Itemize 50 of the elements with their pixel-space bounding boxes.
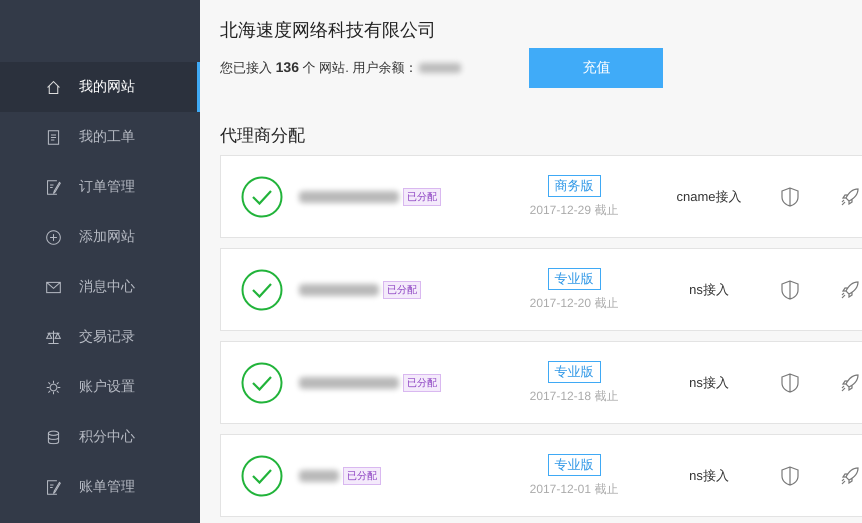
- plus-icon: [45, 228, 62, 246]
- edition-tag: 专业版: [548, 268, 600, 290]
- sidebar-item[interactable]: 我的网站: [0, 62, 200, 112]
- edition-tag: 专业版: [548, 360, 600, 382]
- edition-tag: 商务版: [548, 174, 600, 196]
- expiry-date: 2017-12-01 截止: [530, 480, 618, 498]
- sidebar-item[interactable]: 账单管理: [0, 462, 200, 512]
- account-summary: 您已接入 136 个 网站. 用户余额：: [220, 59, 418, 77]
- expiry-date: 2017-12-29 截止: [530, 202, 618, 218]
- sidebar-item[interactable]: 添加网站: [0, 212, 200, 262]
- check-circle-icon: [241, 454, 283, 496]
- home-icon: [45, 78, 62, 96]
- sidebar-item[interactable]: 消息中心: [0, 262, 200, 312]
- assigned-tag: 已分配: [383, 280, 421, 298]
- rocket-icon[interactable]: [839, 464, 861, 486]
- rocket-icon[interactable]: [839, 278, 861, 300]
- expiry-date: 2017-12-20 截止: [530, 294, 618, 312]
- rocket-icon[interactable]: [839, 372, 861, 394]
- section-title: 代理商分配: [220, 125, 306, 147]
- assigned-tag: 已分配: [403, 374, 441, 392]
- blurred-balance: [419, 63, 462, 73]
- edit-icon: [45, 178, 62, 196]
- edition-tag: 专业版: [548, 454, 600, 476]
- access-method: ns接入: [688, 280, 730, 298]
- shield-icon[interactable]: [779, 186, 801, 208]
- shield-icon[interactable]: [779, 278, 801, 300]
- access-method: ns接入: [688, 466, 730, 484]
- check-circle-icon: [241, 176, 283, 218]
- sidebar-item[interactable]: 订单管理: [0, 162, 200, 212]
- scale-icon: [45, 328, 62, 346]
- sidebar-item[interactable]: 我的工单: [0, 112, 200, 162]
- access-method: cname接入: [675, 188, 743, 206]
- access-method: ns接入: [688, 374, 730, 392]
- rocket-icon[interactable]: [839, 186, 861, 208]
- assigned-tag: 已分配: [403, 188, 441, 206]
- sidebar-item[interactable]: 交易记录: [0, 312, 200, 362]
- document-icon: [45, 128, 62, 146]
- settings-icon: [45, 378, 62, 396]
- assigned-tag: 已分配: [343, 466, 381, 484]
- sidebar-item[interactable]: 积分中心: [0, 412, 200, 462]
- check-circle-icon: [241, 362, 283, 404]
- shield-icon[interactable]: [779, 372, 801, 394]
- database-icon: [45, 428, 62, 446]
- sidebar-item[interactable]: 账户设置: [0, 362, 200, 412]
- expiry-date: 2017-12-18 截止: [530, 388, 618, 404]
- check-circle-icon: [241, 268, 283, 310]
- edit-icon: [45, 478, 62, 496]
- blurred-domain: [299, 470, 339, 482]
- company-name: 北海速度网络科技有限公司: [220, 19, 437, 42]
- shield-icon[interactable]: [779, 464, 801, 486]
